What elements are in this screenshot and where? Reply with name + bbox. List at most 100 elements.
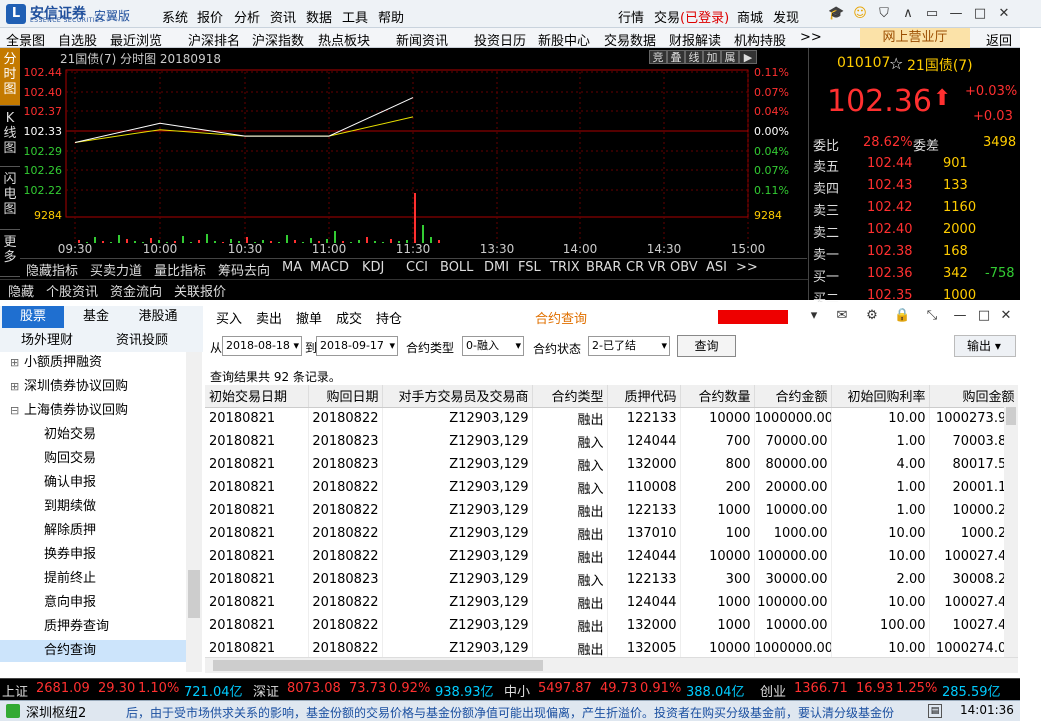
tree-item[interactable]: 初始交易: [0, 424, 186, 446]
column-header[interactable]: 合约金额: [754, 385, 832, 408]
table-hscroll-thumb[interactable]: [213, 660, 543, 671]
tab-stocks[interactable]: 股票: [2, 306, 64, 328]
indicator-15[interactable]: OBV: [670, 260, 698, 275]
nav-institutions[interactable]: 机构持股: [734, 30, 786, 49]
indicator-12[interactable]: BRAR: [586, 260, 621, 275]
nav-panorama[interactable]: 全景图: [6, 30, 45, 49]
tree-item[interactable]: ⊞ 小额质押融资: [0, 352, 186, 374]
server-name[interactable]: 深圳枢纽2: [26, 702, 86, 721]
link-quote[interactable]: 行情: [618, 7, 644, 26]
nav-hot-sectors[interactable]: 热点板块: [318, 30, 370, 49]
smile-icon[interactable]: ☺: [852, 6, 868, 22]
tab-flash[interactable]: 闪 电 图: [0, 168, 20, 230]
indicator-4[interactable]: MA: [282, 260, 302, 275]
subtab-2[interactable]: 资金流向: [110, 281, 162, 300]
table-row[interactable]: 20180821 20180822 Z12903,129 融入 110008 200 200…: [205, 476, 1018, 499]
link-mall[interactable]: 商城: [737, 7, 763, 26]
indicator-5[interactable]: MACD: [310, 260, 349, 275]
chart-btn-add[interactable]: 加: [703, 50, 721, 64]
table-row[interactable]: 20180821 20180822 Z12903,129 融出 132005 10000 1…: [205, 637, 1018, 657]
table-row[interactable]: 20180821 20180823 Z12903,129 融入 124044 700 700…: [205, 430, 1018, 453]
action-filled[interactable]: 成交: [336, 308, 362, 327]
nav-trade-data[interactable]: 交易数据: [604, 30, 656, 49]
graduation-icon[interactable]: 🎓: [828, 6, 844, 22]
minimize-icon[interactable]: —: [948, 6, 964, 22]
indicator-0[interactable]: 隐藏指标: [26, 260, 78, 279]
column-header[interactable]: 购回金额: [929, 385, 1018, 408]
subtab-3[interactable]: 关联报价: [174, 281, 226, 300]
minimize-icon[interactable]: ▭: [924, 6, 940, 22]
tree-item[interactable]: 意向申报: [0, 592, 186, 614]
indicator-14[interactable]: VR: [648, 260, 666, 275]
tab-kline[interactable]: K 线 图: [0, 107, 20, 167]
nav-ranking[interactable]: 沪深排名: [188, 30, 240, 49]
table-row[interactable]: 20180821 20180822 Z12903,129 融出 132000 1000 10…: [205, 614, 1018, 637]
tree-scrollbar[interactable]: [186, 352, 202, 672]
indicator-10[interactable]: FSL: [518, 260, 541, 275]
expand-icon[interactable]: ⊞: [10, 376, 19, 398]
nav-recent[interactable]: 最近浏览: [110, 30, 162, 49]
nav-calendar[interactable]: 投资日历: [474, 30, 526, 49]
tab-funds[interactable]: 基金: [66, 306, 126, 328]
indicator-16[interactable]: ASI: [706, 260, 727, 275]
indicator-9[interactable]: DMI: [484, 260, 509, 275]
chevron-down-icon[interactable]: ▾: [806, 308, 822, 324]
nav-index[interactable]: 沪深指数: [252, 30, 304, 49]
chevron-up-icon[interactable]: ∧: [900, 6, 916, 22]
table-row[interactable]: 20180821 20180822 Z12903,129 融出 137010 100 100…: [205, 522, 1018, 545]
close-icon[interactable]: ✕: [998, 308, 1014, 324]
tree-item[interactable]: ⊟ 上海债券协议回购: [0, 400, 186, 422]
tree-item[interactable]: 换券申报: [0, 544, 186, 566]
column-header[interactable]: 购回日期: [308, 385, 383, 408]
chart-btn-line[interactable]: 线: [685, 50, 703, 64]
column-header[interactable]: 合约类型: [532, 385, 608, 408]
tree-item[interactable]: 质押券查询: [0, 616, 186, 638]
indicator-13[interactable]: CR: [626, 260, 644, 275]
collapse-icon[interactable]: ⊟: [10, 400, 19, 422]
chart-btn-attr[interactable]: 属: [721, 50, 739, 64]
tab-hk-connect[interactable]: 港股通: [128, 306, 188, 328]
expand-icon[interactable]: ⊞: [10, 352, 19, 374]
column-header[interactable]: 质押代码: [607, 385, 681, 408]
menu-system[interactable]: 系统: [162, 7, 188, 26]
tree-item[interactable]: 购回交易: [0, 448, 186, 470]
table-hscroll[interactable]: [205, 657, 1018, 673]
menu-info[interactable]: 资讯: [270, 7, 296, 26]
query-button[interactable]: 查询: [677, 335, 736, 357]
nav-watchlist[interactable]: 自选股: [58, 30, 97, 49]
action-buy[interactable]: 买入: [216, 308, 242, 327]
calendar-icon[interactable]: ▤: [928, 704, 942, 718]
subtab-1[interactable]: 个股资讯: [46, 281, 98, 300]
action-cancel[interactable]: 撤单: [296, 308, 322, 327]
indicator-2[interactable]: 量比指标: [154, 260, 206, 279]
maximize-icon[interactable]: □: [972, 6, 988, 22]
minimize-icon[interactable]: —: [952, 308, 968, 324]
tree-item[interactable]: 确认申报: [0, 472, 186, 494]
indicator-7[interactable]: CCI: [406, 260, 428, 275]
table-row[interactable]: 20180821 20180822 Z12903,129 融出 122133 10000 1…: [205, 407, 1018, 430]
indicator-3[interactable]: 筹码去向: [218, 260, 270, 279]
menu-help[interactable]: 帮助: [378, 7, 404, 26]
chart-btn-play[interactable]: ▶: [739, 50, 757, 64]
online-hall-button[interactable]: 网上营业厅: [860, 28, 970, 48]
column-header[interactable]: 初始回购利率: [831, 385, 930, 408]
nav-more[interactable]: >>: [800, 30, 822, 45]
column-header[interactable]: 合约数量: [680, 385, 755, 408]
indicator-17[interactable]: >>: [736, 260, 758, 275]
maximize-icon[interactable]: □: [976, 308, 992, 324]
close-icon[interactable]: ✕: [996, 6, 1012, 22]
table-row[interactable]: 20180821 20180823 Z12903,129 融入 132000 800 800…: [205, 453, 1018, 476]
tree-item[interactable]: ⊞ 深圳债券协议回购: [0, 376, 186, 398]
expand-icon[interactable]: ⤡: [924, 308, 940, 324]
link-discover[interactable]: 发现: [773, 7, 799, 26]
tree-item[interactable]: 解除质押: [0, 520, 186, 542]
back-button[interactable]: 返回: [986, 30, 1012, 49]
action-sell[interactable]: 卖出: [256, 308, 282, 327]
column-header[interactable]: 初始交易日期: [205, 385, 309, 408]
subtab-0[interactable]: 隐藏: [8, 281, 34, 300]
star-icon[interactable]: ☆: [889, 54, 903, 73]
column-header[interactable]: 对手方交易员及交易商: [382, 385, 533, 408]
menu-quote[interactable]: 报价: [197, 7, 223, 26]
action-positions[interactable]: 持仓: [376, 308, 402, 327]
indicator-6[interactable]: KDJ: [362, 260, 384, 275]
